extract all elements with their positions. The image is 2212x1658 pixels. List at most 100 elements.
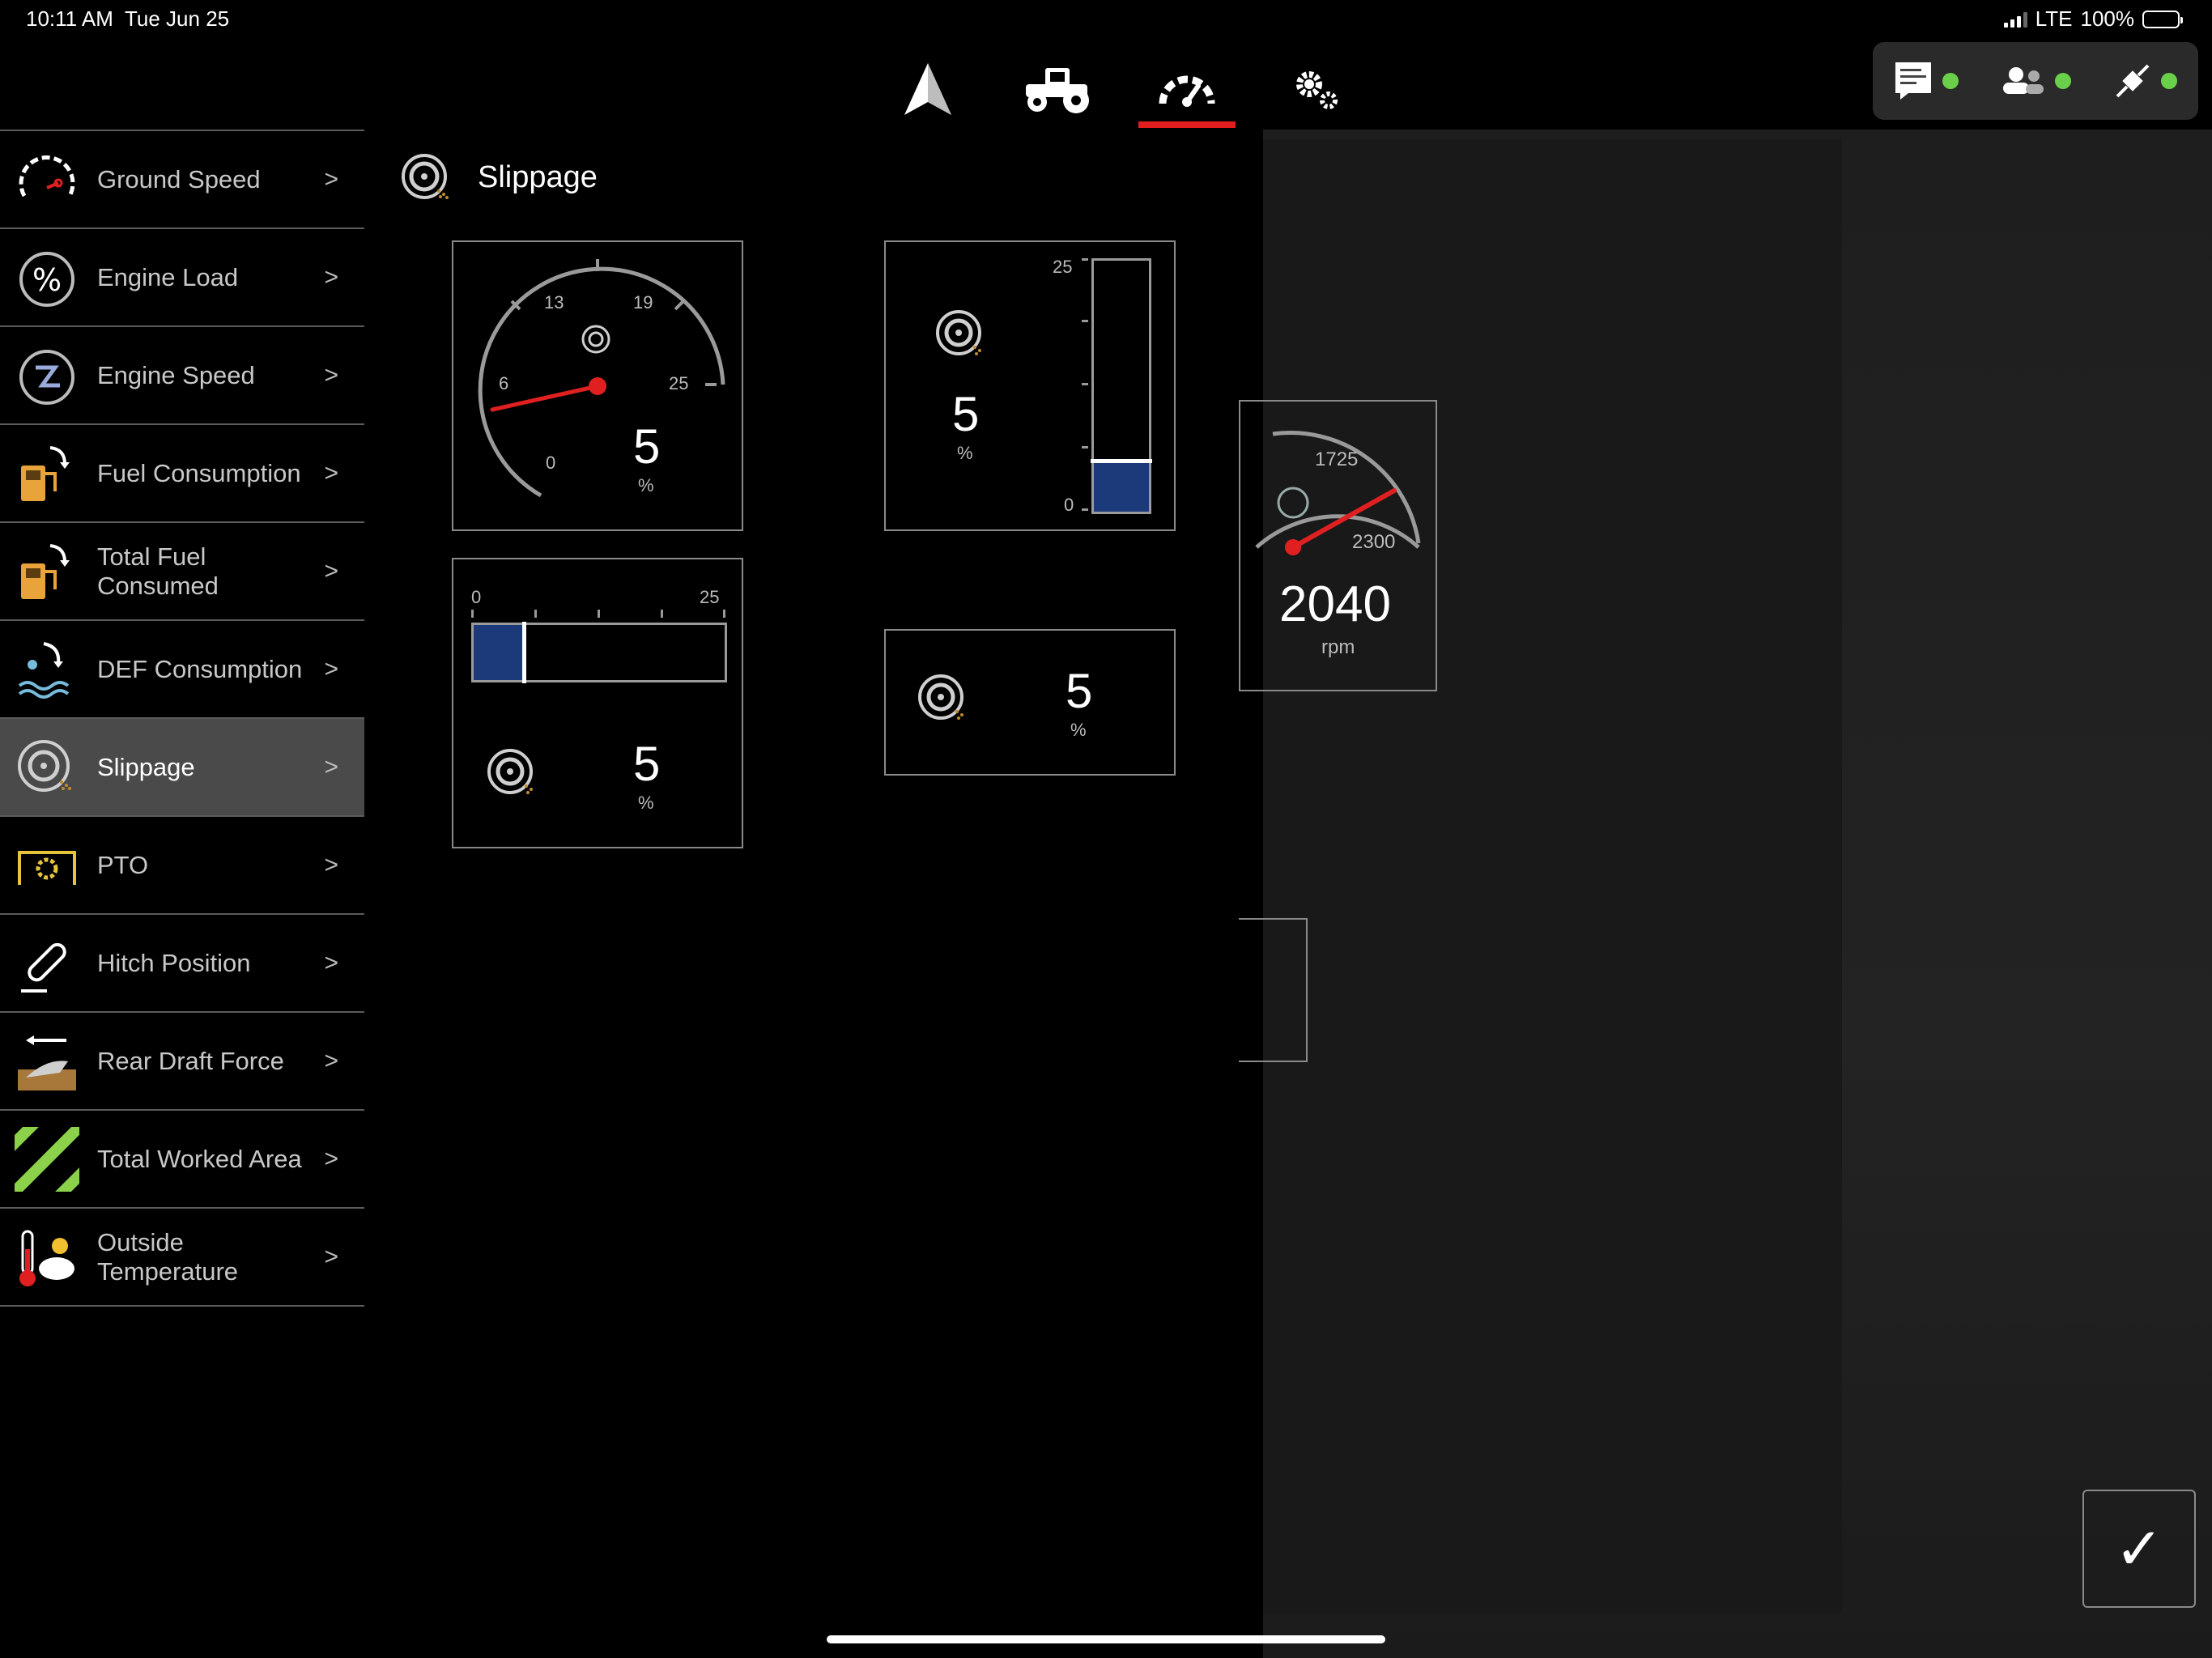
users-status-dot (2054, 73, 2071, 89)
sidebar-item-label: Engine Speed (97, 360, 255, 389)
tab-gauges[interactable] (1138, 49, 1236, 130)
plug-icon (2116, 64, 2150, 98)
connection-status-dot (2160, 73, 2177, 89)
background-panel (1263, 139, 1842, 1613)
slippage-icon (402, 154, 449, 199)
engine-speed-widget[interactable]: 1725 2300 2040 rpm (1239, 400, 1437, 691)
sidebar-item-label: Total Fuel Consumed (97, 542, 219, 600)
slippage-number-widget[interactable]: 5 % (884, 629, 1176, 776)
background-widget-edge (1239, 918, 1308, 1062)
dial-value: 5 (633, 419, 661, 474)
sidebar-item-label: Ground Speed (97, 164, 261, 193)
tab-navigation[interactable] (879, 49, 976, 130)
vbar-marker (1091, 459, 1152, 463)
dial-tick: 6 (499, 373, 509, 393)
battery-icon (2142, 10, 2183, 28)
sidebar-item-outside-temperature[interactable]: Outside Temperature > (0, 1207, 364, 1305)
chevron-right-icon: > (324, 1047, 338, 1074)
hbar-unit: % (638, 793, 654, 813)
worked-area-icon (15, 1126, 79, 1192)
hbar-track (471, 622, 727, 683)
pto-icon (15, 833, 79, 898)
home-indicator[interactable] (827, 1635, 1385, 1643)
dial-tick: 25 (669, 373, 689, 393)
connection-status[interactable] (2114, 62, 2177, 100)
chevron-right-icon: > (324, 1145, 338, 1172)
rpm-value: 2040 (1279, 576, 1391, 632)
sidebar-item-label: DEF Consumption (97, 654, 303, 683)
slippage-dial (478, 259, 725, 498)
status-date: Tue Jun 25 (125, 6, 230, 31)
messages-icon (1895, 62, 1932, 100)
dial-unit: % (638, 475, 654, 495)
vbar-track (1091, 258, 1152, 514)
chevron-right-icon: > (324, 459, 338, 487)
percent-icon: % (15, 245, 79, 310)
temperature-icon (15, 1225, 79, 1290)
sidebar-item-label: Fuel Consumption (97, 458, 301, 487)
sidebar-item-label: Total Worked Area (97, 1144, 302, 1173)
sidebar-item-hitch-position[interactable]: Hitch Position > (0, 913, 364, 1011)
rpm-tick: 1725 (1315, 449, 1359, 470)
gears-icon (1296, 71, 1338, 109)
signal-icon (2003, 11, 2027, 28)
vbar-value: 5 (952, 387, 980, 441)
vbar-max: 25 (1053, 257, 1073, 277)
sidebar-item-engine-speed[interactable]: Engine Speed > (0, 325, 364, 423)
sidebar-item-total-fuel-consumed[interactable]: Total Fuel Consumed > (0, 521, 364, 619)
sidebar-item-label: Hitch Position (97, 948, 251, 977)
chevron-right-icon: > (324, 165, 338, 193)
engine-speed-icon (15, 343, 79, 408)
slippage-icon (15, 735, 79, 800)
rpm-tick: 2300 (1352, 531, 1396, 553)
engine-speed-icon (1277, 487, 1309, 519)
sidebar-item-label: Rear Draft Force (97, 1046, 284, 1075)
users-status[interactable] (2001, 66, 2071, 96)
number-unit: % (1070, 720, 1087, 740)
status-indicators: LTE 100% (2003, 6, 2183, 32)
tractor-icon (1026, 68, 1089, 113)
svg-text:%: % (32, 262, 62, 298)
vbar-fill (1094, 461, 1149, 512)
sidebar-item-rear-draft-force[interactable]: Rear Draft Force > (0, 1011, 364, 1109)
connection-status-panel (1873, 42, 2198, 120)
slippage-hbar-widget[interactable]: 0 25 5 % (452, 558, 743, 848)
navigation-arrow-icon (904, 63, 951, 115)
fuel-pump-icon (15, 539, 79, 604)
network-label: LTE (2035, 6, 2073, 31)
confirm-button[interactable]: ✓ (2082, 1490, 2196, 1608)
number-value: 5 (1066, 664, 1093, 718)
sidebar-item-slippage[interactable]: Slippage > (0, 717, 364, 815)
dial-tick: 13 (544, 292, 564, 312)
slippage-icon (487, 749, 533, 794)
sidebar-item-def-consumption[interactable]: DEF Consumption > (0, 619, 364, 717)
chevron-right-icon: > (324, 949, 338, 976)
sidebar-item-label: PTO (97, 850, 149, 879)
chevron-right-icon: > (324, 655, 338, 682)
draft-force-icon (15, 1029, 79, 1094)
status-time: 10:11 AM (26, 6, 113, 31)
slippage-vbar-widget[interactable]: 5 % 25 0 (884, 240, 1176, 531)
gauge-icon (1159, 75, 1215, 107)
slippage-dial-widget[interactable]: 13 19 6 25 0 5 % (452, 240, 743, 531)
speedometer-icon (15, 147, 79, 212)
sidebar-item-pto[interactable]: PTO > (0, 815, 364, 913)
hbar-max: 25 (700, 587, 720, 607)
active-tab-indicator (1138, 121, 1236, 128)
sidebar-item-ground-speed[interactable]: Ground Speed > (0, 130, 364, 227)
chevron-right-icon: > (324, 361, 338, 389)
hbar-min: 0 (471, 587, 482, 607)
sidebar-item-fuel-consumption[interactable]: Fuel Consumption > (0, 423, 364, 521)
messages-status[interactable] (1894, 61, 1959, 101)
sidebar-item-total-worked-area[interactable]: Total Worked Area > (0, 1109, 364, 1207)
messages-status-dot (1942, 73, 1959, 89)
battery-percent: 100% (2080, 6, 2135, 31)
tab-tractor[interactable] (1009, 49, 1106, 130)
tab-settings[interactable] (1268, 49, 1365, 130)
vbar-unit: % (957, 443, 973, 463)
hbar-fill (474, 625, 524, 680)
hitch-icon (15, 931, 79, 996)
slippage-icon (936, 310, 981, 355)
chevron-right-icon: > (324, 263, 338, 291)
sidebar-item-engine-load[interactable]: % Engine Load > (0, 227, 364, 325)
